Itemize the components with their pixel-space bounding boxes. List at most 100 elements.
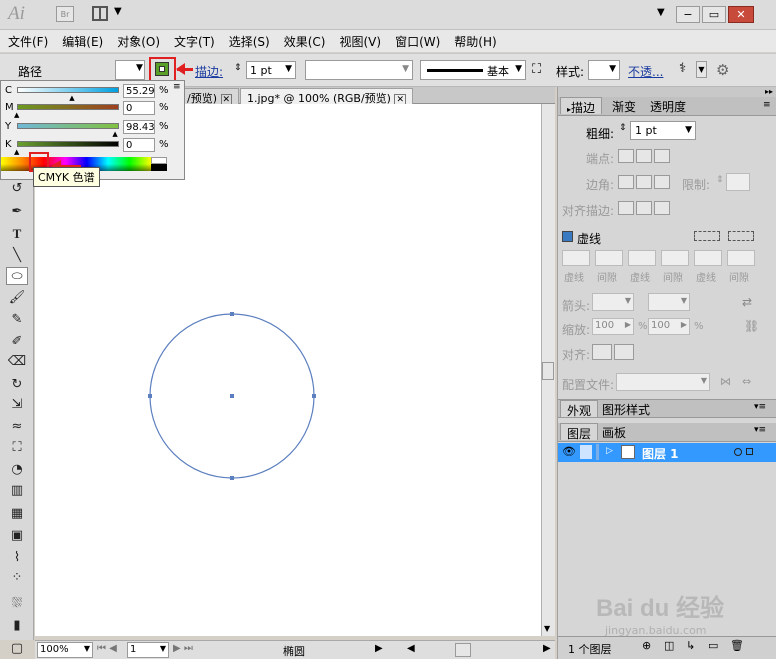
- stroke-link[interactable]: 描边:: [195, 63, 223, 80]
- round-cap-button[interactable]: [636, 149, 652, 163]
- arrow-extend-button[interactable]: [592, 344, 612, 360]
- tab-transparency[interactable]: 透明度: [644, 97, 692, 114]
- round-join-button[interactable]: [636, 175, 652, 189]
- profile-select[interactable]: ▼: [616, 373, 710, 391]
- opacity-link[interactable]: 不透...: [628, 63, 663, 80]
- symbol-sprayer-icon[interactable]: ⛆: [6, 595, 28, 613]
- swap-arrowheads-icon[interactable]: ⇄: [742, 295, 752, 309]
- chevron-down-icon[interactable]: ▼: [114, 6, 122, 17]
- vertical-scrollbar[interactable]: ▼: [541, 104, 555, 636]
- pen-icon[interactable]: ✒: [6, 203, 28, 221]
- workspace-dropdown-icon[interactable]: ▼: [657, 7, 665, 18]
- panel-menu-icon[interactable]: ▾≡: [754, 425, 766, 435]
- eraser-icon[interactable]: ⌫: [6, 353, 28, 371]
- expand-triangle-icon[interactable]: ▷: [606, 446, 613, 456]
- next-page-icon[interactable]: ▶ ⏭: [173, 643, 193, 654]
- status-menu-icon[interactable]: ▶: [375, 643, 383, 654]
- collapse-icon[interactable]: ▸▸: [558, 87, 776, 97]
- menu-effect[interactable]: 效果(C): [276, 30, 332, 50]
- scale-icon[interactable]: ⇲: [6, 396, 28, 414]
- stroke-weight-select[interactable]: 1 pt ▼: [246, 61, 296, 79]
- menu-window[interactable]: 窗口(W): [387, 30, 446, 50]
- rotate-icon[interactable]: ↻: [6, 376, 28, 394]
- menu-view[interactable]: 视图(V): [331, 30, 387, 50]
- yellow-slider[interactable]: [17, 123, 119, 129]
- scroll-down-icon[interactable]: ▼: [544, 624, 550, 633]
- shape-builder-icon[interactable]: ◔: [6, 461, 28, 479]
- bridge-button[interactable]: Br: [56, 6, 74, 22]
- gap-input[interactable]: [727, 250, 755, 266]
- tab-appearance[interactable]: 外观: [560, 400, 599, 418]
- variable-width-select[interactable]: ▼: [305, 60, 413, 80]
- arrow-place-button[interactable]: [614, 344, 634, 360]
- gear-icon[interactable]: ⚙: [716, 61, 729, 79]
- tab-previous-document[interactable]: /预览) ✕: [180, 88, 240, 106]
- new-layer-icon[interactable]: ▭: [708, 639, 718, 652]
- menu-file[interactable]: 文件(F): [0, 30, 54, 50]
- page-select[interactable]: 1 ▼: [127, 642, 169, 658]
- pencil-icon[interactable]: ✎: [6, 311, 28, 329]
- anchor-point[interactable]: [312, 394, 316, 398]
- miter-join-button[interactable]: [618, 175, 634, 189]
- menu-type[interactable]: 文字(T): [166, 30, 221, 50]
- chevron-down-icon[interactable]: ▼: [696, 61, 707, 78]
- lasso-icon[interactable]: ↺: [6, 180, 28, 198]
- panel-menu-icon[interactable]: ≡: [763, 100, 771, 110]
- type-icon[interactable]: T: [6, 225, 28, 243]
- anchor-point[interactable]: [230, 312, 234, 316]
- limit-input[interactable]: [726, 173, 750, 191]
- dash-align-icon[interactable]: [728, 231, 754, 241]
- align-inside-button[interactable]: [636, 201, 652, 215]
- first-page-icon[interactable]: ⏮ ◀: [97, 643, 117, 654]
- stepper-icon[interactable]: ⇕: [234, 63, 242, 73]
- selection-indicator[interactable]: [746, 448, 753, 455]
- ellipse-icon[interactable]: ⬭: [6, 267, 28, 285]
- slider-thumb[interactable]: ▲: [14, 111, 19, 119]
- stepper-icon[interactable]: ⇕: [619, 123, 627, 133]
- lock-toggle[interactable]: [580, 445, 592, 459]
- tab-artboards[interactable]: 画板: [596, 423, 632, 440]
- cyan-value[interactable]: 55.29: [123, 84, 155, 98]
- menu-help[interactable]: 帮助(H): [446, 30, 502, 50]
- eye-icon[interactable]: 👁: [562, 445, 576, 458]
- scroll-thumb[interactable]: [542, 362, 554, 380]
- graph-icon[interactable]: ▥: [6, 482, 28, 500]
- layer-row[interactable]: 👁 ▷ 图层 1: [558, 443, 776, 462]
- dashed-checkbox[interactable]: [562, 231, 573, 242]
- graphic-style-swatch[interactable]: ▼: [588, 60, 620, 80]
- anchor-point[interactable]: [230, 476, 234, 480]
- tab-layers[interactable]: 图层: [560, 423, 599, 441]
- butt-cap-button[interactable]: [618, 149, 634, 163]
- mesh-icon[interactable]: ▦: [6, 505, 28, 523]
- restore-button[interactable]: ▭: [702, 6, 726, 23]
- gap-input[interactable]: [595, 250, 623, 266]
- flip-across-icon[interactable]: ⇔: [742, 375, 751, 388]
- dash-corners-icon[interactable]: [694, 231, 720, 241]
- tab-gradient[interactable]: 渐变: [606, 97, 642, 114]
- menu-edit[interactable]: 编辑(E): [54, 30, 109, 50]
- scroll-right-icon[interactable]: ▶: [543, 643, 551, 654]
- magenta-slider[interactable]: [17, 104, 119, 110]
- locate-object-icon[interactable]: ⊕: [642, 639, 651, 652]
- stepper-icon[interactable]: ⇕: [716, 175, 724, 185]
- new-sublayer-icon[interactable]: ↳: [686, 639, 695, 652]
- tab-graphic-styles[interactable]: 图形样式: [596, 400, 656, 417]
- panel-menu-icon[interactable]: ▾≡: [754, 402, 766, 412]
- blob-brush-icon[interactable]: ✐: [6, 333, 28, 351]
- anchor-point[interactable]: [148, 394, 152, 398]
- slider-thumb[interactable]: ▲: [14, 148, 19, 156]
- dash-input[interactable]: [628, 250, 656, 266]
- bevel-join-button[interactable]: [654, 175, 670, 189]
- chevron-down-icon[interactable]: ▼: [136, 63, 143, 73]
- layer-name[interactable]: 图层 1: [642, 445, 679, 462]
- free-transform-icon[interactable]: ⛶: [6, 439, 28, 457]
- end-arrowhead-select[interactable]: ▼: [648, 293, 690, 311]
- scroll-left-icon[interactable]: ◀: [407, 643, 415, 654]
- black-swatch[interactable]: [151, 164, 167, 171]
- artboard-icon[interactable]: ▢: [6, 640, 28, 658]
- yellow-value[interactable]: 98.43: [123, 120, 155, 134]
- white-swatch[interactable]: [151, 157, 167, 164]
- trash-icon[interactable]: 🗑: [730, 639, 744, 652]
- horizontal-scroll-thumb[interactable]: [455, 643, 471, 657]
- link-icon[interactable]: ⛓: [744, 319, 759, 333]
